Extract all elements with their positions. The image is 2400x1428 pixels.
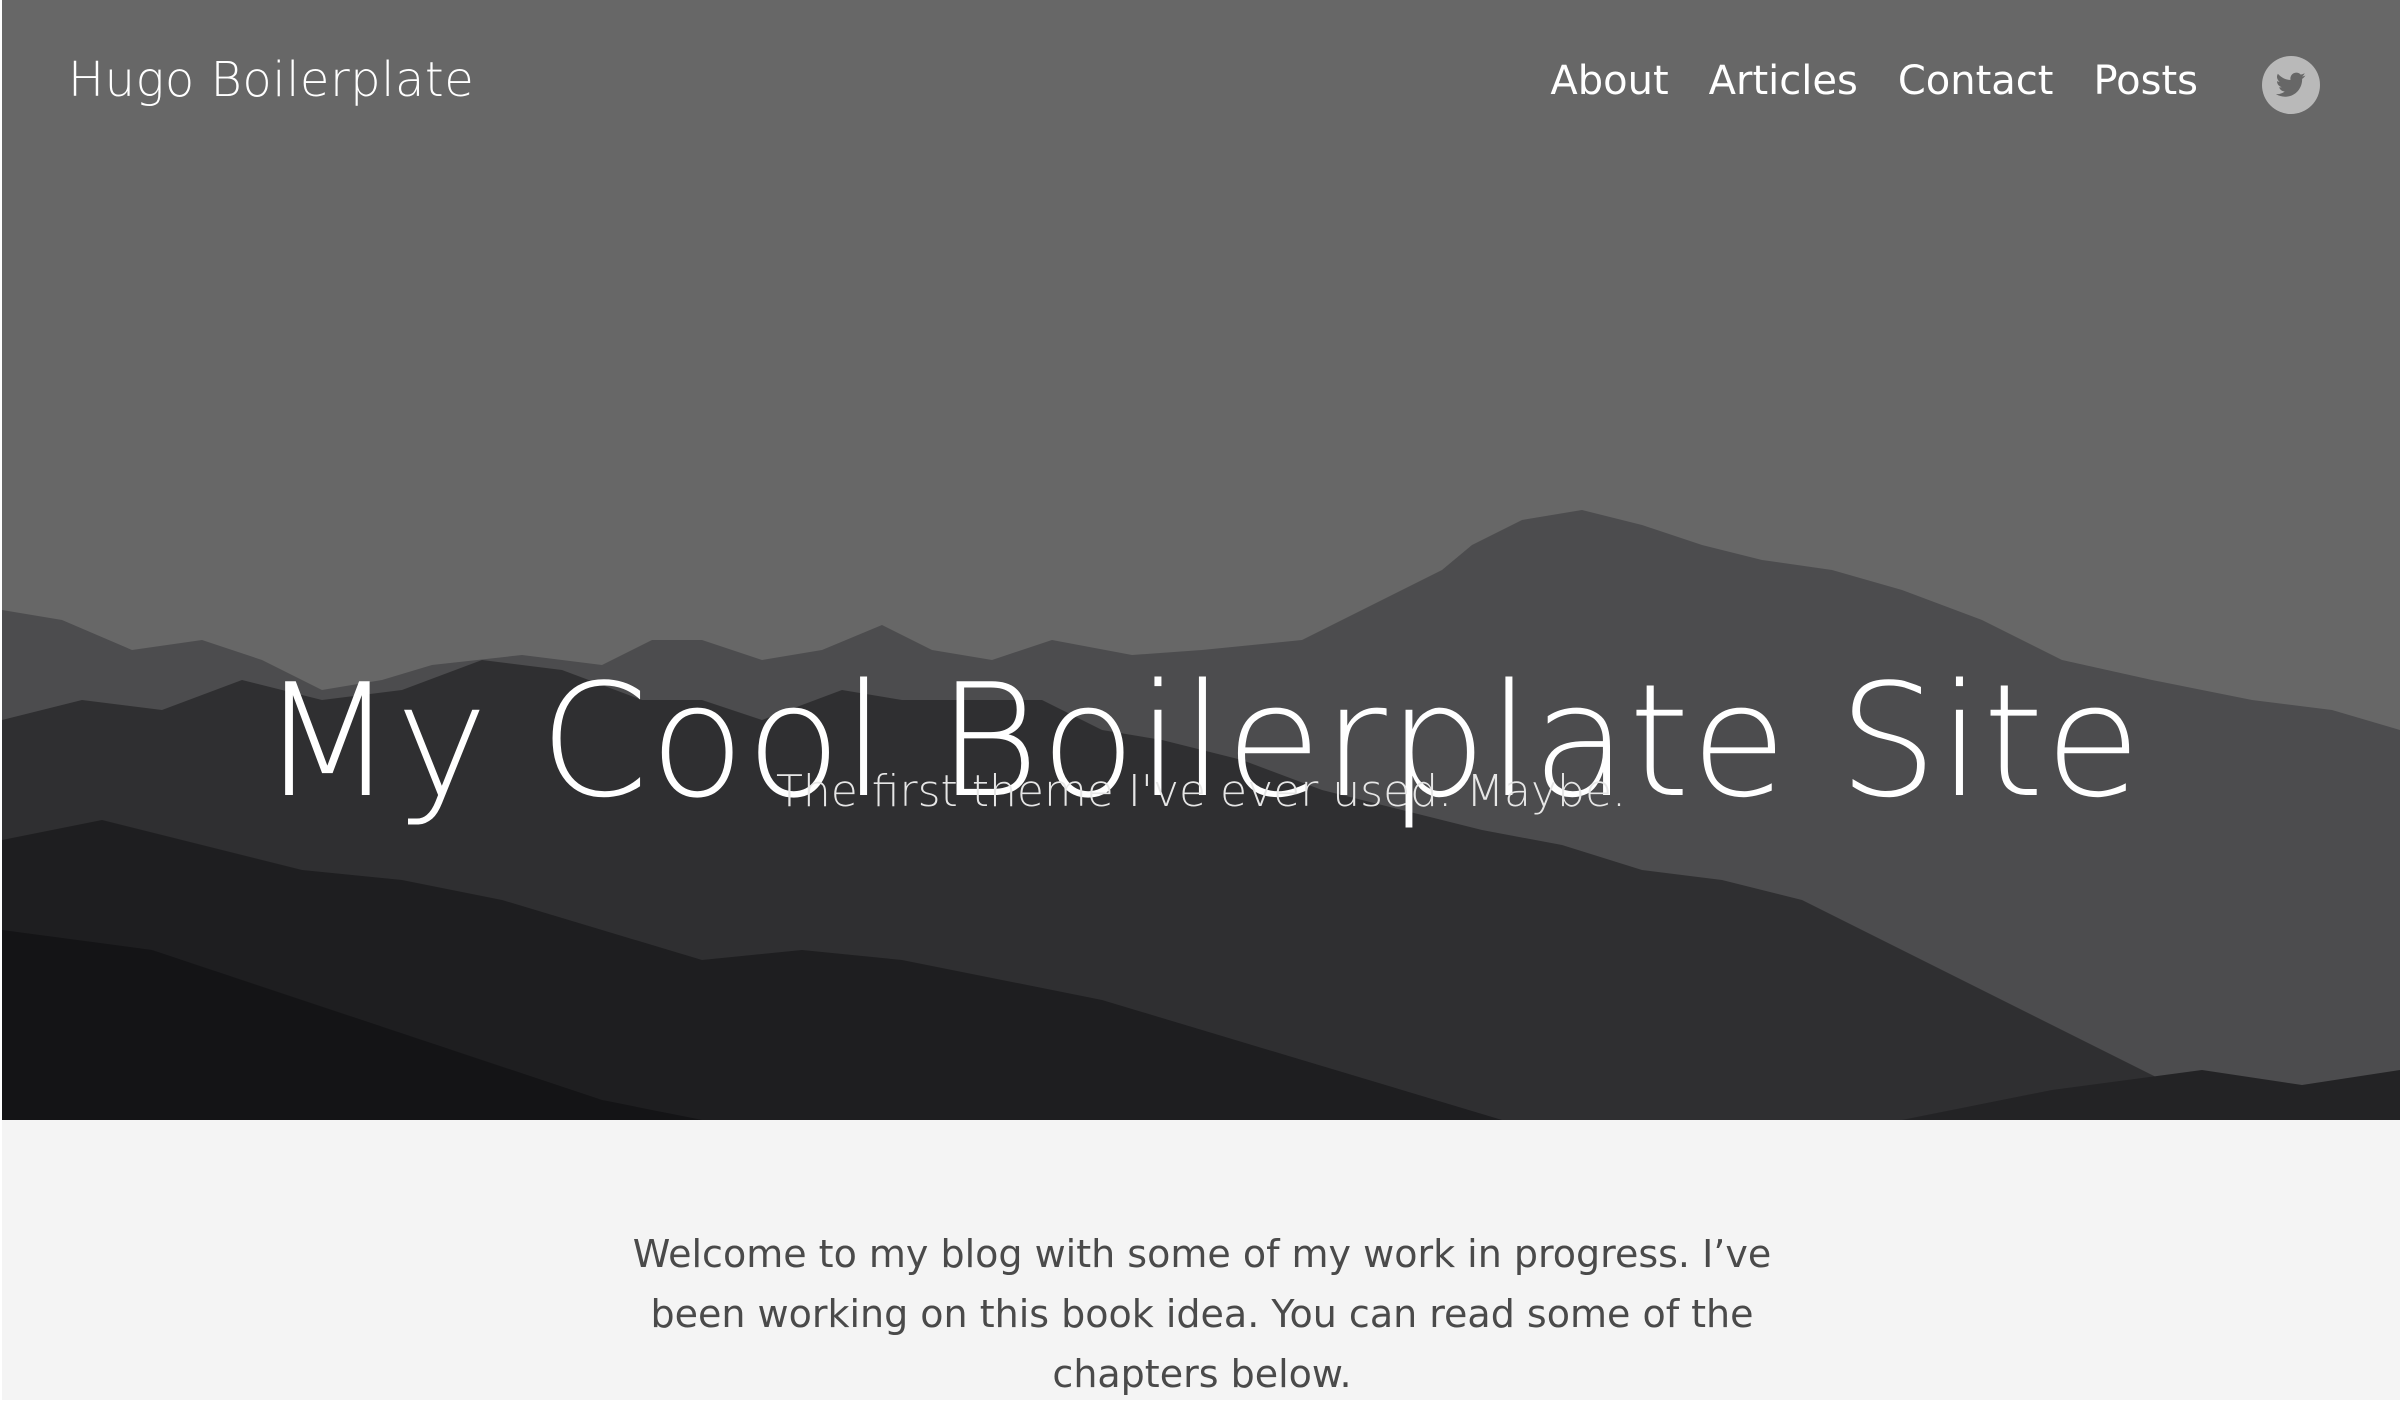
intro-text: Welcome to my blog with some of my work …: [632, 1232, 1772, 1396]
nav-item-posts[interactable]: Posts: [2093, 58, 2198, 104]
page: Hugo Boilerplate About Articles Contact …: [0, 0, 2400, 1428]
nav-item-articles[interactable]: Articles: [1709, 58, 1858, 104]
hero-banner: Hugo Boilerplate About Articles Contact …: [2, 0, 2400, 1120]
nav-item-contact[interactable]: Contact: [1898, 58, 2054, 104]
twitter-icon: [2276, 72, 2306, 97]
nav-item-about[interactable]: About: [1550, 58, 1668, 104]
content-section: Welcome to my blog with some of my work …: [2, 1120, 2400, 1400]
main-nav: About Articles Contact Posts: [1550, 58, 2198, 104]
hero-subtitle: The first theme I've ever used. Maybe.: [775, 766, 1627, 817]
mountain-background-image: [2, 510, 2400, 1120]
site-title-link[interactable]: Hugo Boilerplate: [68, 52, 474, 108]
twitter-link[interactable]: [2262, 56, 2320, 114]
